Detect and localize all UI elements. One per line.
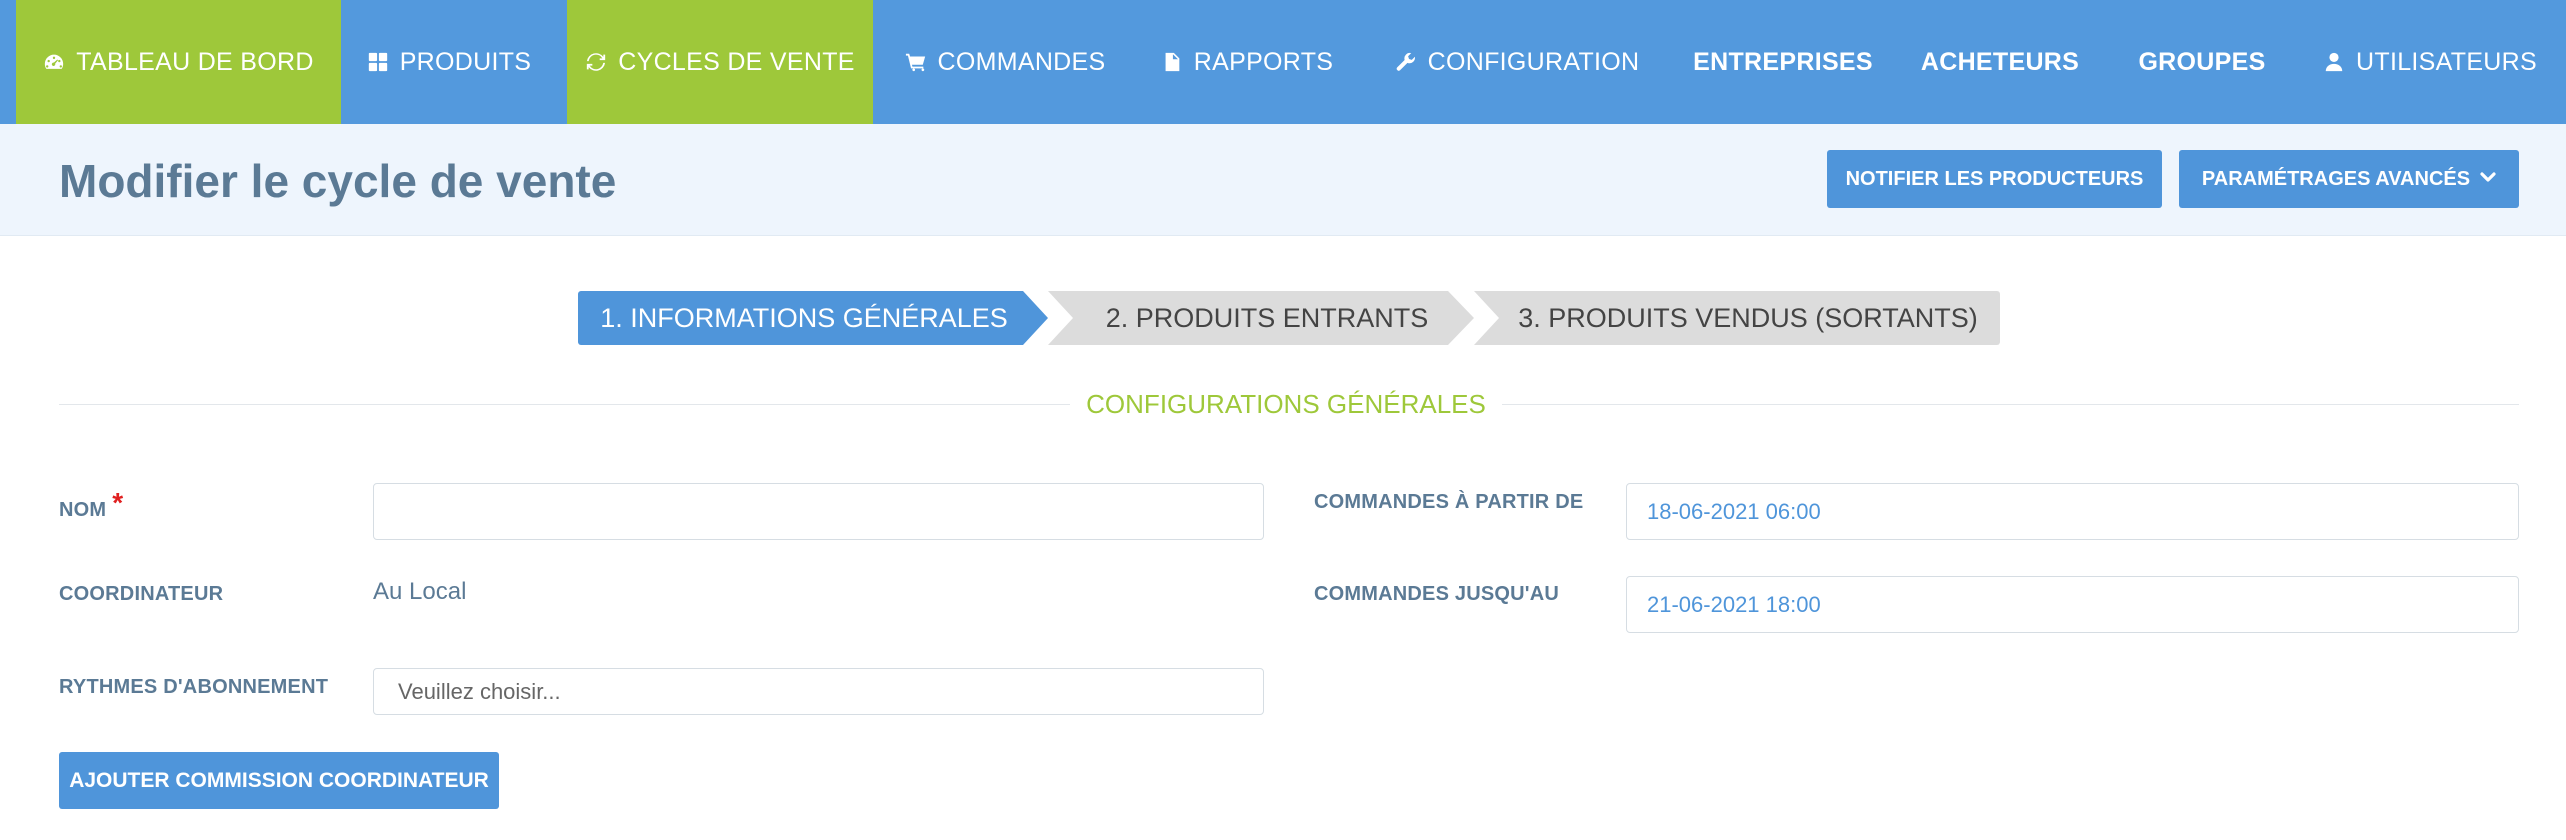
wizard-step-produits-vendus[interactable]: 3. PRODUITS VENDUS (SORTANTS) — [1474, 291, 2000, 345]
nav-commandes[interactable]: COMMANDES — [898, 0, 1112, 124]
document-icon — [1161, 51, 1183, 73]
commandes-debut-value: 18-06-2021 06:00 — [1647, 498, 1821, 524]
nav-label: COMMANDES — [937, 47, 1106, 76]
coordinateur-label: COORDINATEUR — [59, 583, 224, 605]
user-icon — [2323, 51, 2345, 73]
nav-entreprises[interactable]: ENTREPRISES — [1693, 0, 1872, 124]
nav-acheteurs[interactable]: ACHETEURS — [1921, 0, 2079, 124]
nav-label: CYCLES DE VENTE — [618, 47, 855, 76]
commandes-fin-value: 21-06-2021 18:00 — [1647, 591, 1821, 617]
section-divider-left — [59, 404, 1070, 405]
nav-label: CONFIGURATION — [1427, 47, 1640, 76]
wizard-step-label: 1. INFORMATIONS GÉNÉRALES — [600, 302, 1008, 333]
coordinateur-value: Au Local — [373, 578, 467, 605]
nav-produits[interactable]: PRODUITS — [360, 0, 538, 124]
grid-icon — [367, 51, 389, 73]
add-coordinator-commission-button[interactable]: AJOUTER COMMISSION COORDINATEUR — [59, 752, 499, 809]
wizard-step-label: 3. PRODUITS VENDUS (SORTANTS) — [1518, 302, 1978, 333]
nom-label-text: NOM — [59, 499, 107, 521]
page-title: Modifier le cycle de vente — [59, 155, 617, 207]
nav-utilisateurs[interactable]: UTILISATEURS — [2325, 0, 2537, 124]
commandes-debut-label: COMMANDES À PARTIR DE — [1314, 491, 1584, 513]
wizard-step-informations-generales[interactable]: 1. INFORMATIONS GÉNÉRALES — [578, 291, 1048, 345]
advanced-settings-label: PARAMÉTRAGES AVANCÉS — [2201, 167, 2471, 190]
notify-producers-button[interactable]: NOTIFIER LES PRODUCTEURS — [1827, 150, 2162, 208]
main-navbar: TABLEAU DE BORD PRODUITS CYCLES DE VENTE… — [0, 0, 2566, 134]
nav-label: TABLEAU DE BORD — [76, 47, 314, 76]
wizard-step-produits-entrants[interactable]: 2. PRODUITS ENTRANTS — [1048, 291, 1474, 345]
nom-input[interactable] — [373, 483, 1264, 540]
nav-label: PRODUITS — [399, 47, 532, 76]
nav-label: ENTREPRISES — [1693, 47, 1873, 76]
commandes-debut-input[interactable]: 18-06-2021 06:00 — [1626, 483, 2519, 540]
cart-icon — [905, 51, 927, 73]
advanced-settings-button[interactable]: PARAMÉTRAGES AVANCÉS — [2179, 150, 2519, 208]
nav-rapports[interactable]: RAPPORTS — [1161, 0, 1334, 124]
nav-cycles-de-vente[interactable]: CYCLES DE VENTE — [567, 0, 873, 134]
nav-configuration[interactable]: CONFIGURATION — [1395, 0, 1639, 124]
notify-producers-label: NOTIFIER LES PRODUCTEURS — [1845, 167, 2144, 190]
nav-label: RAPPORTS — [1193, 47, 1334, 76]
rythmes-abonnement-label: RYTHMES D'ABONNEMENT — [59, 676, 329, 698]
nom-label: NOM * — [59, 487, 123, 523]
wizard-step-label: 2. PRODUITS ENTRANTS — [1105, 302, 1429, 333]
section-divider-right — [1502, 404, 2519, 405]
dashboard-icon — [43, 51, 65, 73]
refresh-icon — [585, 51, 607, 73]
commandes-fin-label: COMMANDES JUSQU'AU — [1314, 583, 1560, 605]
rythmes-abonnement-select[interactable]: Veuillez choisir... — [373, 668, 1264, 715]
nav-label: UTILISATEURS — [2356, 47, 2537, 76]
rythmes-abonnement-placeholder: Veuillez choisir... — [398, 678, 561, 704]
wrench-icon — [1395, 51, 1417, 73]
nav-groupes[interactable]: GROUPES — [2138, 0, 2266, 124]
required-marker: * — [112, 487, 124, 518]
section-title: CONFIGURATIONS GÉNÉRALES — [1086, 389, 1486, 419]
add-coordinator-commission-label: AJOUTER COMMISSION COORDINATEUR — [69, 768, 489, 792]
nav-label: GROUPES — [2138, 47, 2266, 76]
nav-tableau-de-bord[interactable]: TABLEAU DE BORD — [16, 0, 341, 134]
chevron-down-icon — [2480, 168, 2496, 191]
nav-label: ACHETEURS — [1920, 47, 2080, 76]
commandes-fin-input[interactable]: 21-06-2021 18:00 — [1626, 576, 2519, 633]
